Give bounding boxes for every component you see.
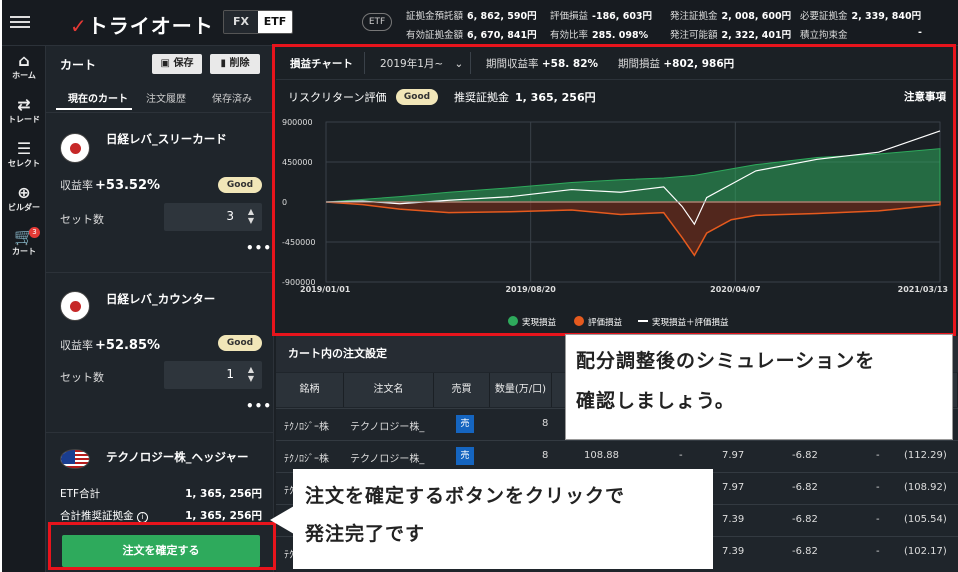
table-row[interactable]: ﾃｸﾉﾛｼﾞｰ株 テクノロジー株_ 売 8 108.88 - 7.97 -6.8… bbox=[276, 440, 958, 472]
cart-item: 日経レバ_スリーカード 収益率 +53.52% Good セット数 3 ▲ ▼ ••… bbox=[46, 112, 274, 272]
select-list-icon: ☰ bbox=[16, 139, 32, 158]
stepper-arrows-icon[interactable]: ▲ ▼ bbox=[248, 207, 254, 225]
mode-switch: FX ETF bbox=[223, 10, 293, 34]
tab-current-cart[interactable]: 現在のカート bbox=[68, 90, 128, 105]
etf-badge: ETF bbox=[362, 13, 392, 31]
brand-name: トライオート bbox=[87, 14, 214, 38]
stepper-arrows-icon[interactable]: ▲ ▼ bbox=[248, 365, 254, 383]
set-count-label: セット数 bbox=[60, 371, 104, 384]
return-rate: 収益率 +53.52% bbox=[60, 178, 161, 193]
top-header: ✓トライオート FX ETF ETF 証拠金預託額 6, 862, 590円 評価… bbox=[2, 0, 958, 46]
delete-button[interactable]: ▮ 削除 bbox=[210, 54, 260, 74]
mode-tab-fx[interactable]: FX bbox=[224, 11, 258, 33]
side-nav: ⌂ ホーム ⇄ トレード ☰ セレクト ⊕ ビルダー 🛒 カート 3 bbox=[2, 46, 46, 572]
etf-total: ETF合計 1, 365, 256円 bbox=[60, 488, 262, 500]
us-flag-icon bbox=[60, 449, 90, 469]
set-count-label: セット数 bbox=[60, 213, 104, 226]
jp-flag-icon bbox=[60, 133, 90, 163]
stat-deposit: 証拠金預託額 6, 862, 590円 bbox=[406, 11, 537, 22]
col-quantity: 数量(万/口) bbox=[490, 373, 552, 407]
save-button[interactable]: ▣ 保存 bbox=[152, 54, 202, 74]
rating-badge: Good bbox=[218, 335, 262, 351]
cart-item-name: 日経レバ_スリーカード bbox=[106, 132, 227, 146]
cart-count-badge: 3 bbox=[29, 227, 40, 238]
callout-pointer bbox=[270, 506, 294, 534]
sell-badge: 売 bbox=[456, 447, 474, 465]
callout-confirm: 注文を確定するボタンをクリックで 発注完了です bbox=[293, 469, 713, 569]
highlight-confirm bbox=[48, 522, 276, 570]
menu-icon[interactable] bbox=[10, 14, 30, 30]
trade-arrows-icon: ⇄ bbox=[17, 95, 31, 114]
plus-circle-icon: ⊕ bbox=[17, 183, 31, 202]
cart-item: テクノロジー株_ヘッジャー bbox=[46, 432, 274, 472]
highlight-chart bbox=[272, 44, 956, 336]
col-order-name: 注文名 bbox=[344, 373, 434, 407]
stat-effective-margin: 有効証拠金額 6, 670, 841円 bbox=[406, 30, 537, 41]
margin-total: 合計推奨証拠金 i 1, 365, 256円 bbox=[60, 510, 262, 523]
stat-eval-pl: 評価損益 -186, 603円 bbox=[550, 11, 653, 22]
stat-order-margin: 発注証拠金 2, 008, 600円 bbox=[670, 11, 792, 22]
return-rate: 収益率 +52.85% bbox=[60, 338, 161, 353]
tab-order-history[interactable]: 注文履歴 bbox=[146, 90, 186, 105]
save-icon: ▣ bbox=[160, 58, 174, 69]
brand-mark-icon: ✓ bbox=[70, 14, 88, 38]
col-symbol: 銘柄 bbox=[276, 373, 344, 407]
stat-required-margin: 必要証拠金 2, 339, 840円 bbox=[800, 11, 922, 22]
nav-home[interactable]: ⌂ ホーム bbox=[2, 52, 46, 81]
home-icon: ⌂ bbox=[18, 51, 30, 70]
more-options-icon[interactable]: ••• bbox=[246, 399, 272, 413]
mode-tab-etf[interactable]: ETF bbox=[258, 11, 292, 33]
cart-item-name: 日経レバ_カウンター bbox=[106, 292, 216, 306]
nav-builder[interactable]: ⊕ ビルダー bbox=[2, 184, 46, 213]
tab-underline bbox=[56, 108, 132, 110]
col-side: 売買 bbox=[434, 373, 490, 407]
cart-title: カート bbox=[60, 58, 97, 72]
stat-effective-ratio: 有効比率 285. 098% bbox=[550, 30, 649, 41]
nav-trade[interactable]: ⇄ トレード bbox=[2, 96, 46, 125]
brand-logo: ✓トライオート bbox=[70, 10, 214, 39]
tab-saved[interactable]: 保存済み bbox=[212, 90, 252, 105]
more-options-icon[interactable]: ••• bbox=[246, 241, 272, 255]
nav-select[interactable]: ☰ セレクト bbox=[2, 140, 46, 169]
callout-simulation: 配分調整後のシミュレーションを 確認しましょう。 bbox=[565, 334, 953, 440]
stat-reserve: 積立拘束金 - bbox=[800, 27, 922, 41]
set-count-stepper[interactable]: 1 ▲ ▼ bbox=[164, 361, 262, 389]
jp-flag-icon bbox=[60, 291, 90, 321]
cart-panel: カート ▣ 保存 ▮ 削除 現在のカート 注文履歴 保存済み 日経レバ_スリーカ… bbox=[46, 46, 274, 572]
rating-badge: Good bbox=[218, 177, 262, 193]
sell-badge: 売 bbox=[456, 415, 474, 433]
set-count-stepper[interactable]: 3 ▲ ▼ bbox=[164, 203, 262, 231]
cart-item-name: テクノロジー株_ヘッジャー bbox=[106, 450, 249, 464]
stat-orderable: 発注可能額 2, 322, 401円 bbox=[670, 30, 792, 41]
cart-item: 日経レバ_カウンター 収益率 +52.85% Good セット数 1 ▲ ▼ ••• bbox=[46, 272, 274, 432]
